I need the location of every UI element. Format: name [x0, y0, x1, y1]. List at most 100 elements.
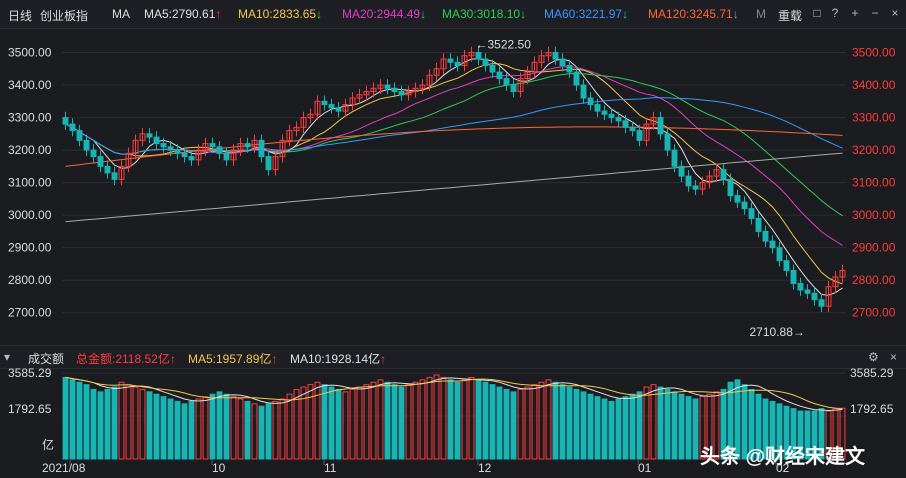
- volume-bar: [692, 398, 699, 460]
- volume-bar: [503, 388, 510, 460]
- price-tick-right: 3100.00: [852, 176, 896, 190]
- volume-bar: [657, 386, 664, 460]
- price-tick-left: 3300.00: [8, 111, 52, 125]
- high-annotation: ←3522.50: [476, 38, 532, 52]
- candle: [818, 299, 825, 307]
- candle: [111, 172, 118, 180]
- volume-bar: [76, 381, 83, 460]
- candle: [391, 87, 398, 93]
- volume-bar: [139, 388, 146, 460]
- ma120-line: [65, 126, 843, 167]
- volume-bar: [111, 386, 118, 460]
- volume-bar: [342, 391, 349, 460]
- volume-bar: [517, 388, 524, 460]
- volume-bar: [321, 384, 328, 460]
- volume-bar: [188, 400, 195, 460]
- period-label[interactable]: 日线: [8, 7, 32, 24]
- price-tick-right: 2900.00: [852, 241, 896, 255]
- candle: [566, 65, 573, 73]
- volume-bar: [307, 384, 314, 460]
- volume-bar: [580, 391, 587, 460]
- vol-tick-mid-left: 1792.65: [8, 402, 52, 416]
- ma-mode[interactable]: MA: [112, 7, 130, 21]
- volume-bar: [251, 403, 258, 460]
- volume-bar: [286, 393, 293, 460]
- price-tick-right: 3200.00: [852, 143, 896, 157]
- index-name[interactable]: 创业板指: [40, 7, 88, 24]
- candle: [328, 104, 335, 109]
- adjust-button[interactable]: 重载: [778, 7, 802, 24]
- volume-bar: [174, 400, 181, 460]
- candle: [797, 282, 804, 291]
- volume-bar: [510, 391, 517, 460]
- volume-bar: [475, 379, 482, 460]
- watermark: 头条 @财经宋建文: [700, 446, 866, 468]
- candle: [167, 146, 174, 151]
- vol-tick-top-right: 3585.29: [850, 367, 894, 380]
- candle: [69, 123, 76, 132]
- ma60-label: MA60:3221.97↓: [544, 7, 629, 21]
- ma60-line: [65, 97, 843, 155]
- volume-bar: [671, 391, 678, 460]
- collapse-icon[interactable]: ▾: [4, 350, 10, 364]
- volume-bar: [153, 393, 160, 460]
- volume-bar: [377, 379, 384, 460]
- volume-bar: [62, 376, 69, 460]
- volume-bar: [244, 400, 251, 460]
- candle: [790, 269, 797, 284]
- candle: [811, 292, 818, 301]
- volume-bar: [202, 396, 209, 460]
- candle: [482, 58, 489, 67]
- candle: [97, 156, 104, 167]
- volume-bar: [363, 384, 370, 460]
- candle: [335, 107, 342, 112]
- volume-bar: [587, 393, 594, 460]
- vol-unit: 亿: [42, 437, 54, 452]
- settings-icon[interactable]: ⚙: [868, 350, 879, 364]
- volume-bar: [454, 381, 461, 460]
- zoom-out-icon[interactable]: −: [868, 6, 882, 20]
- volume-bar: [643, 386, 650, 460]
- candle: [454, 61, 461, 67]
- price-tick-right: 3300.00: [852, 111, 896, 125]
- header-toolbar: 日线 创业板指 MA MA5:2790.61↑ MA10:2833.65↓ MA…: [0, 0, 906, 29]
- price-tick-left: 2800.00: [8, 273, 52, 287]
- volume-bar: [678, 393, 685, 460]
- candle: [601, 110, 608, 115]
- price-tick-right: 2800.00: [852, 273, 896, 287]
- candle: [748, 208, 755, 219]
- lock-icon[interactable]: □: [810, 6, 824, 20]
- volume-bar: [440, 376, 447, 460]
- candle: [587, 97, 594, 106]
- candle: [580, 84, 587, 99]
- candle: [552, 52, 559, 60]
- close-icon[interactable]: ×: [888, 6, 902, 20]
- candle: [776, 247, 783, 262]
- volume-bar: [412, 381, 419, 460]
- volume-bar: [419, 379, 426, 460]
- candle: [741, 201, 748, 210]
- candle: [83, 139, 90, 151]
- volume-bar: [146, 391, 153, 460]
- volume-bar: [524, 386, 531, 460]
- volume-bar: [349, 388, 356, 460]
- candle: [510, 84, 517, 93]
- candle: [475, 52, 482, 60]
- low-annotation: 2710.88→: [750, 325, 805, 339]
- candle: [573, 71, 580, 86]
- zoom-in-icon[interactable]: +: [848, 6, 862, 20]
- volume-bar: [272, 400, 279, 460]
- question-icon[interactable]: ?: [828, 6, 842, 20]
- volume-bar: [566, 386, 573, 460]
- price-tick-left: 3000.00: [8, 208, 52, 222]
- price-tick-left: 3400.00: [8, 78, 52, 92]
- volume-bar: [181, 403, 188, 460]
- volume-close-icon[interactable]: ×: [890, 350, 897, 364]
- candle: [447, 58, 454, 63]
- candle: [720, 169, 727, 180]
- volume-bar: [573, 388, 580, 460]
- volume-bar: [559, 384, 566, 460]
- candle: [783, 260, 790, 271]
- volume-bar: [167, 398, 174, 460]
- volume-bar: [685, 396, 692, 460]
